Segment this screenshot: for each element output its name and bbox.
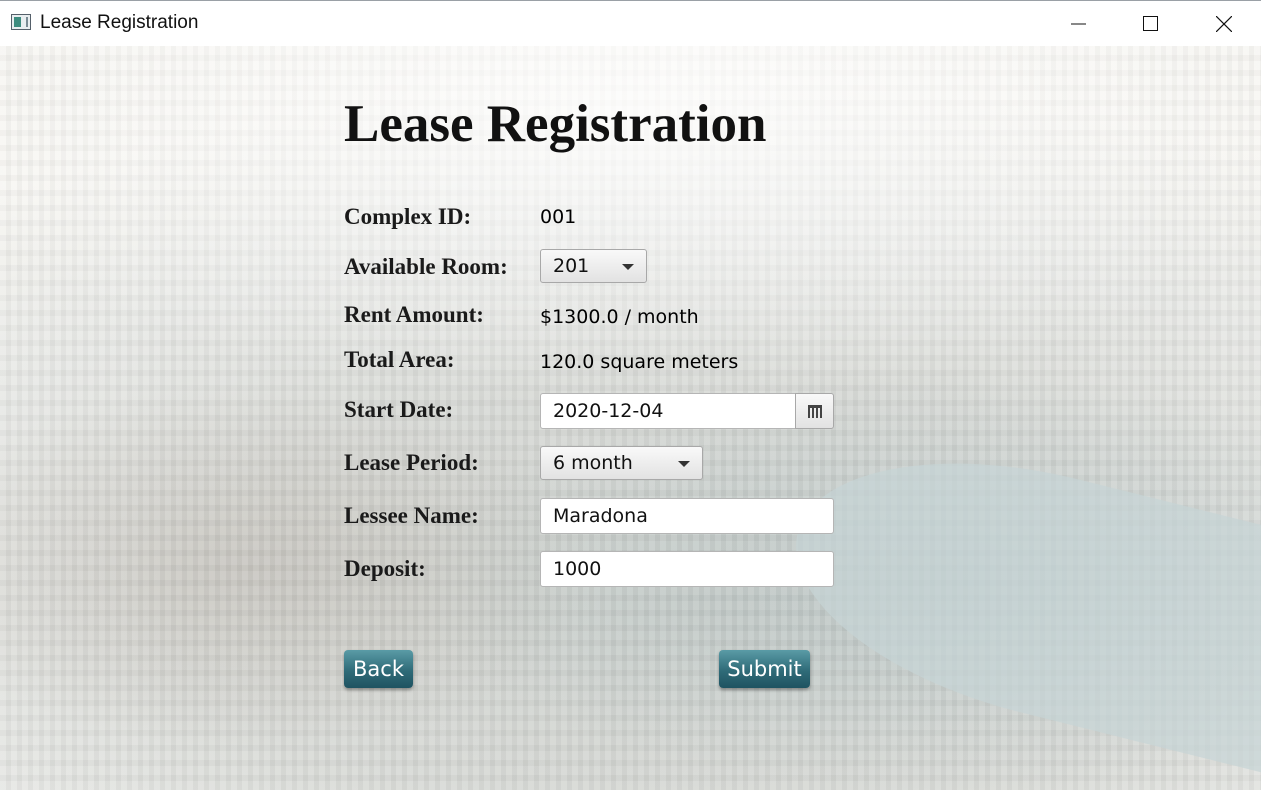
start-date-picker: 2020-12-04 [540, 393, 834, 429]
form-panel: Lease Registration Complex ID: 001 Avail… [0, 46, 1261, 790]
lessee-name-field[interactable]: Maradona [540, 498, 834, 534]
lease-period-selected: 6 month [553, 452, 633, 474]
chevron-down-icon [622, 264, 634, 270]
calendar-button[interactable] [795, 393, 834, 429]
complex-id-label: Complex ID: [344, 204, 472, 229]
maximize-icon [1143, 16, 1158, 31]
submit-button[interactable]: Submit [719, 650, 810, 688]
close-button[interactable] [1188, 1, 1260, 47]
page-title: Lease Registration [344, 95, 767, 153]
available-room-selected: 201 [553, 255, 590, 277]
lease-period-select[interactable]: 6 month [540, 446, 703, 480]
deposit-label: Deposit: [344, 556, 426, 581]
total-area-label: Total Area: [344, 347, 455, 372]
minimize-icon [1071, 23, 1086, 25]
lease-period-label: Lease Period: [344, 450, 479, 475]
app-icon [11, 14, 31, 30]
available-room-label: Available Room: [344, 254, 508, 279]
close-icon [1216, 16, 1232, 32]
rent-amount-label: Rent Amount: [344, 302, 484, 327]
total-area-value: 120.0 square meters [540, 351, 739, 373]
complex-id-value: 001 [540, 206, 577, 228]
calendar-icon [808, 405, 822, 418]
window-title: Lease Registration [40, 12, 199, 33]
start-date-label: Start Date: [344, 397, 454, 422]
back-button[interactable]: Back [344, 650, 413, 688]
background-image [768, 416, 1261, 776]
deposit-field[interactable]: 1000 [540, 551, 834, 587]
chevron-down-icon [678, 461, 690, 467]
lessee-name-label: Lessee Name: [344, 503, 479, 528]
start-date-input[interactable]: 2020-12-04 [540, 393, 796, 429]
title-bar: Lease Registration [0, 0, 1261, 46]
maximize-button[interactable] [1115, 1, 1187, 47]
rent-amount-value: $1300.0 / month [540, 306, 699, 328]
available-room-select[interactable]: 201 [540, 249, 647, 283]
minimize-button[interactable] [1043, 1, 1115, 47]
